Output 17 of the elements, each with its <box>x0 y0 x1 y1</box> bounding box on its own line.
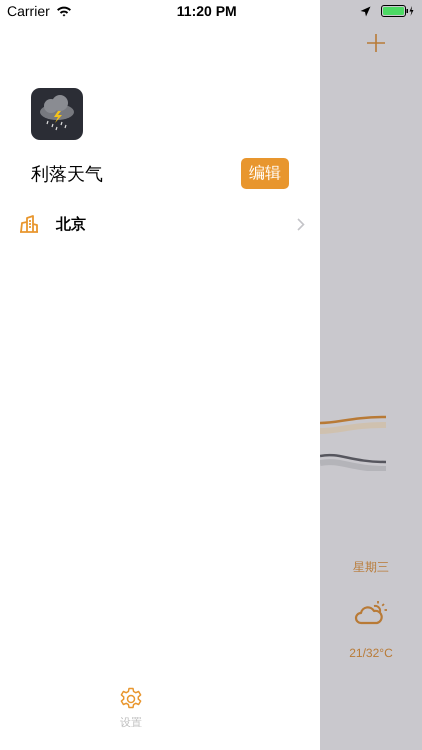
city-row[interactable]: 北京 <box>0 212 320 236</box>
settings-tab[interactable]: 设置 <box>119 687 143 730</box>
status-time: 11:20 PM <box>176 3 237 19</box>
weekday-label: 星期三 <box>353 559 389 576</box>
partly-sunny-icon <box>354 600 388 626</box>
app-icon <box>31 88 83 140</box>
add-icon[interactable] <box>367 34 385 52</box>
temperature-range: 21/32°C <box>349 646 393 660</box>
settings-icon <box>119 687 143 711</box>
edit-button[interactable]: 编辑 <box>241 158 289 189</box>
carrier-label: Carrier <box>7 3 50 19</box>
building-icon <box>19 215 39 233</box>
app-name: 利落天气 <box>31 162 103 186</box>
chevron-icon <box>297 218 305 230</box>
wifi-icon <box>56 5 72 17</box>
location-icon <box>360 6 371 16</box>
battery-icon <box>381 5 415 17</box>
